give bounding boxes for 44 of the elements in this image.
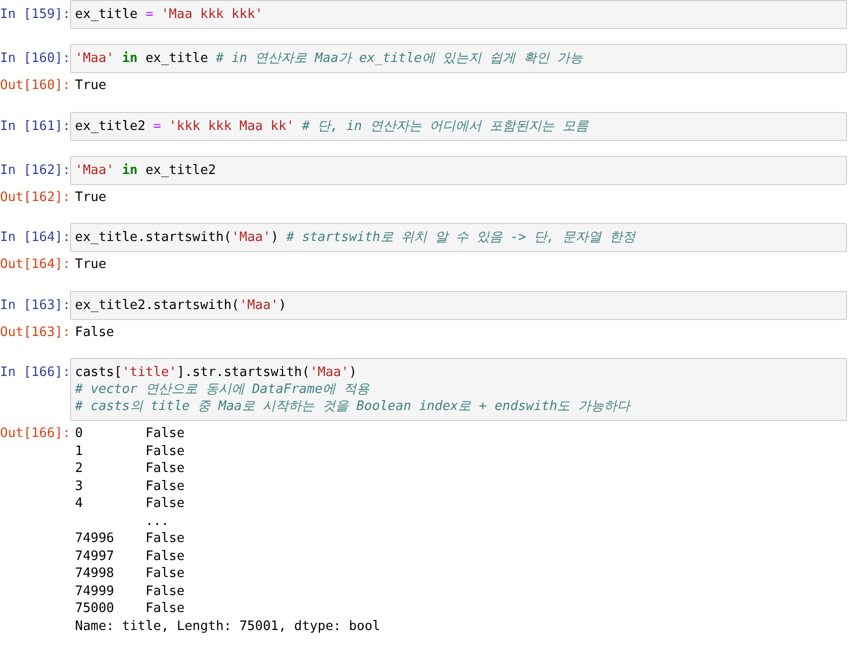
code-line: 'Maa' in ex_title2 [75,162,217,178]
output-line: 74997 False [75,548,186,565]
output-line: 74998 False [75,565,186,582]
input-prompt: In [161]: [0,118,70,134]
code-line: # casts의 title 중 Maa로 시작하는 것을 Boolean index로 + endswith도 가능하다 [75,398,632,415]
input-prompt: In [162]: [0,162,70,178]
output-line: 2 False [75,460,186,478]
output-line: ... [144,512,170,530]
code-line: ex_title.startswith('Maa') # startswith로 위치 알 수 있음 -> 단, 문자열 한정 [75,229,637,246]
output-line: 1 False [75,442,186,460]
output-line: 74996 False [75,530,186,548]
input-prompt: In [159]: [0,6,70,23]
output-line: 74999 False [75,582,186,600]
output-prompt: Out[160]: [0,77,70,94]
code-line: # vector 연산으로 동시에 DataFrame에 적용 [75,381,370,398]
output-line: 3 False [75,478,186,495]
code-cell[interactable]: ex_title2.startswith('Maa') [70,290,847,320]
code-line: 'Maa' in ex_title # in 연산자로 Maa가 ex_title에 있는지 쉽게 확인 가능 [75,50,584,67]
output-prompt: Out[166]: [0,425,70,442]
code-line: ex_title2.startswith('Maa') [75,296,288,314]
output-prompt: Out[164]: [0,256,70,273]
output-prompt: Out[163]: [0,324,70,340]
code-line: casts['title'].str.startswith('Maa') [75,364,358,381]
input-prompt: In [163]: [0,296,70,314]
output-line: True [75,188,108,206]
output-line: 4 False [75,495,186,512]
code-cell[interactable]: ex_title = 'Maa kkk kkk' [70,0,847,29]
output-prompt: Out[162]: [0,188,70,206]
input-prompt: In [164]: [0,229,70,246]
code-line: ex_title2 = 'kkk kkk Maa kk' # 단, in 연산자는 어디에서 포함된지는 모름 [75,118,590,134]
code-line: ex_title = 'Maa kkk kkk' [75,6,264,23]
code-cell[interactable]: ex_title2 = 'kkk kkk Maa kk' # 단, in 연산자는 어디에서 포함된지는 모름 [70,112,847,140]
input-prompt: In [160]: [0,50,70,67]
code-cell[interactable]: 'Maa' in ex_title2 [70,156,847,184]
output-line: False [75,324,116,341]
input-prompt: In [166]: [0,364,70,381]
code-cell[interactable]: ex_title.startswith('Maa') # startswith로 위치 알 수 있음 -> 단, 문자열 한정 [70,223,847,252]
output-line: 0 False [75,425,186,442]
output-line: True [75,77,108,94]
output-line: Name: title, Length: 75001, dtype: bool [75,618,382,635]
code-cell[interactable]: casts['title'].str.startswith('Maa') # vector 연산으로 동시에 DataFrame에 적용 # casts의 title 중 Maa로 시작하는 것을 Boolean index로 + endswith도 가능하다 [70,358,847,421]
output-line: True [75,256,108,274]
output-line: 75000 False [75,600,186,618]
code-cell[interactable]: 'Maa' in ex_title # in 연산자로 Maa가 ex_title에 있는지 쉽게 확인 가능 [70,44,847,73]
